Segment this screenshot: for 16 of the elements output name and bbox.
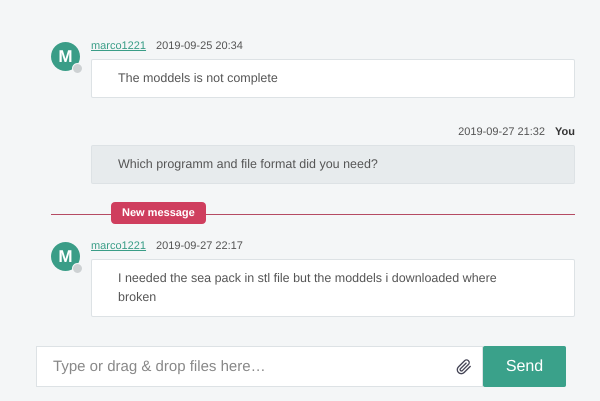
send-button[interactable]: Send (483, 346, 566, 387)
author-name: You (555, 126, 575, 138)
author-link[interactable]: marco1221 (91, 240, 146, 252)
message-input[interactable]: Type or drag & drop files here… (51, 357, 448, 376)
paperclip-icon[interactable] (456, 358, 472, 374)
message-bubble: Which programm and file format did you need? (91, 145, 575, 184)
message-bubble: The moddels is not complete (91, 59, 575, 98)
message-field[interactable]: Type or drag & drop files here… (36, 346, 483, 387)
message-time: 2019-09-27 21:32 (458, 126, 546, 138)
author-link[interactable]: marco1221 (91, 40, 146, 52)
avatar: M (51, 42, 80, 71)
message-bubble: I needed the sea pack in stl file but the moddels i downloaded where broken (91, 259, 575, 317)
message-time: 2019-09-25 20:34 (156, 40, 243, 52)
new-message-badge: New message (111, 202, 206, 224)
message-time: 2019-09-27 22:17 (156, 240, 243, 252)
avatar: M (51, 242, 80, 271)
